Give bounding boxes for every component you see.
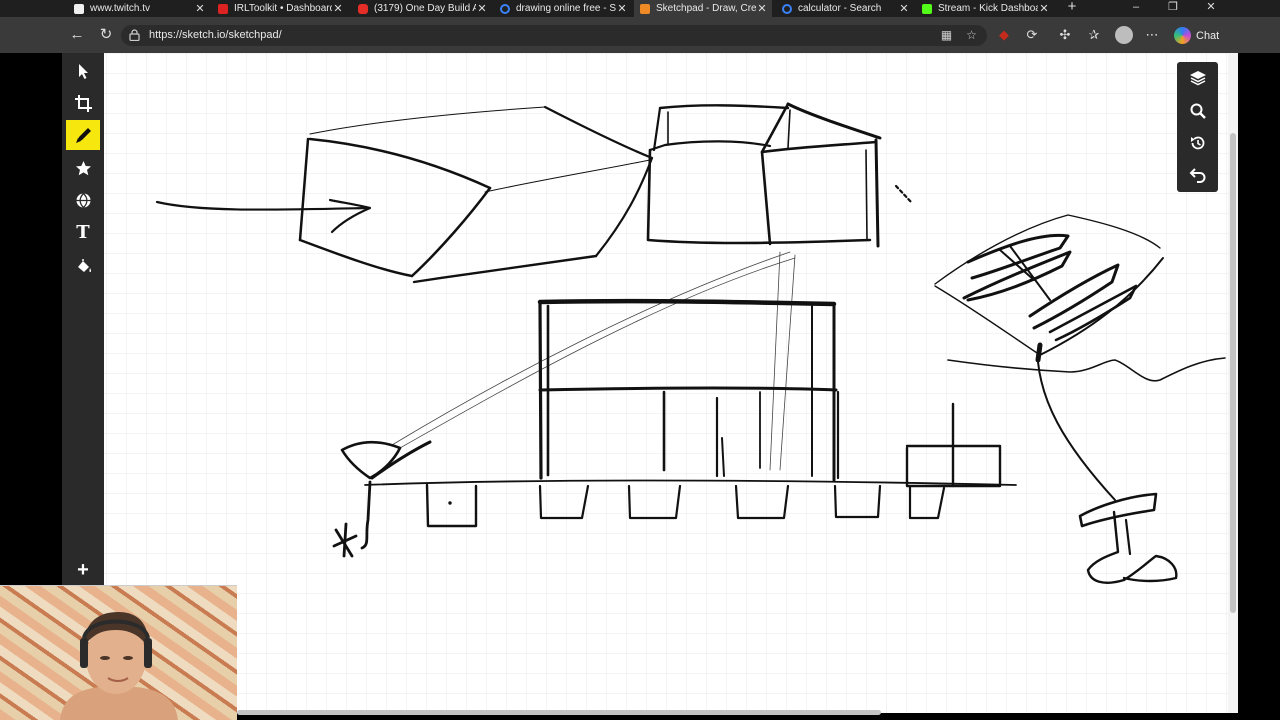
tab-irltoolkit[interactable]: IRLToolkit • Dashboard ✕ (212, 0, 348, 17)
text-tool-button[interactable]: T (66, 218, 100, 248)
sketch-box-top (646, 102, 914, 248)
tab-title: Stream - Kick Dashboa (938, 3, 1038, 14)
stamp-tool-button[interactable] (66, 153, 100, 183)
history-button[interactable] (1187, 132, 1209, 154)
sync-icon[interactable]: ⟳ (1024, 27, 1040, 43)
favorites-icon[interactable]: ✰ (1086, 27, 1102, 43)
app-available-icon[interactable]: ▦ (939, 28, 954, 43)
undo-icon (1189, 168, 1206, 183)
close-tab-icon[interactable]: ✕ (476, 2, 488, 15)
sketch-box-left (298, 105, 654, 284)
zoom-search-icon (1190, 103, 1206, 119)
sketch-ground (364, 402, 1017, 528)
new-tab-button[interactable]: + (1064, 0, 1080, 17)
close-tab-icon[interactable]: ✕ (332, 2, 344, 15)
zoom-button[interactable] (1187, 100, 1209, 122)
pencil-draw-icon (75, 127, 91, 143)
copilot-icon (1174, 27, 1191, 44)
history-icon (1191, 136, 1205, 150)
kick-favicon (922, 3, 932, 14)
drawing-canvas[interactable] (104, 53, 1228, 713)
chat-button[interactable]: Chat (1170, 25, 1226, 46)
draw-tool-button[interactable] (66, 120, 100, 150)
undo-button[interactable] (1187, 164, 1209, 186)
browser-toolbar: ← ↻ https://sketch.io/sketchpad/ ▦ ☆ ◆ ⟳… (0, 17, 1280, 53)
tab-title: Sketchpad - Draw, Cre (656, 3, 756, 14)
tab-title: drawing online free - S (516, 3, 616, 14)
add-icon: + (77, 559, 89, 581)
webcam-overlay (0, 585, 237, 720)
tab-strip: www.twitch.tv ✕ IRLToolkit • Dashboard ✕… (0, 0, 1280, 17)
crop-tool-button[interactable] (66, 88, 100, 118)
right-toolbar (1177, 62, 1218, 192)
fill-tool-button[interactable] (66, 251, 100, 281)
youtube-favicon (358, 3, 368, 14)
select-tool-button[interactable] (66, 56, 100, 86)
close-tab-icon[interactable]: ✕ (616, 2, 628, 15)
url-text: https://sketch.io/sketchpad/ (149, 29, 282, 41)
extensions-puzzle-icon[interactable]: ✣ (1057, 27, 1073, 43)
extension-icon[interactable]: ◆ (996, 27, 1012, 43)
crop-icon (74, 94, 92, 112)
more-menu-icon[interactable]: ⋯ (1144, 27, 1160, 43)
minimize-button[interactable]: – (1118, 0, 1154, 17)
address-bar[interactable]: https://sketch.io/sketchpad/ ▦ ☆ (121, 25, 987, 46)
lock-icon (129, 29, 140, 41)
search-favicon (782, 3, 792, 14)
sketch-building (537, 298, 840, 482)
select-pointer-icon (78, 63, 88, 79)
close-tab-icon[interactable]: ✕ (898, 2, 910, 15)
close-tab-icon[interactable]: ✕ (1038, 2, 1050, 15)
star-stamp-icon (75, 160, 91, 175)
tab-kick[interactable]: Stream - Kick Dashboa ✕ (916, 0, 1054, 17)
back-arrow-icon[interactable]: ← (67, 25, 87, 45)
tab-title: calculator - Search (798, 3, 882, 14)
paint-bucket-icon (77, 258, 91, 272)
profile-avatar[interactable] (1115, 26, 1133, 44)
layers-icon (1190, 71, 1206, 86)
clipart-tool-button[interactable] (66, 185, 100, 215)
irltoolkit-favicon (218, 3, 228, 14)
tab-title: (3179) One Day Build A (374, 3, 476, 14)
favorite-star-icon[interactable]: ☆ (964, 28, 979, 43)
twitch-favicon (74, 3, 84, 14)
tab-twitch[interactable]: www.twitch.tv ✕ (68, 0, 210, 17)
sketch-dish (934, 214, 1226, 584)
search-favicon (500, 3, 510, 14)
globe-clipart-icon (76, 192, 90, 208)
sketch-arrow (155, 198, 372, 234)
sketchpad-favicon (640, 3, 650, 14)
restore-button[interactable]: ❐ (1155, 0, 1191, 17)
reload-icon[interactable]: ↻ (96, 25, 116, 45)
text-tool-icon: T (76, 222, 90, 243)
chat-label: Chat (1196, 29, 1220, 42)
tab-calculator-search[interactable]: calculator - Search ✕ (776, 0, 914, 17)
tab-sketchpad[interactable]: Sketchpad - Draw, Cre ✕ (634, 0, 772, 17)
tab-title: www.twitch.tv (90, 3, 151, 14)
close-window-button[interactable]: ✕ (1193, 0, 1229, 17)
tab-title: IRLToolkit • Dashboard (234, 3, 332, 14)
sketch-guide-lines (391, 251, 796, 471)
close-tab-icon[interactable]: ✕ (756, 2, 768, 15)
tab-drawing-search[interactable]: drawing online free - S ✕ (494, 0, 632, 17)
close-tab-icon[interactable]: ✕ (194, 2, 206, 15)
add-tool-button[interactable]: + (66, 555, 100, 585)
streamer-face-image (60, 612, 178, 720)
vertical-scrollbar[interactable] (1228, 53, 1238, 713)
layers-button[interactable] (1187, 67, 1209, 89)
tab-youtube[interactable]: (3179) One Day Build A ✕ (352, 0, 492, 17)
sketch-lamp (332, 440, 432, 558)
